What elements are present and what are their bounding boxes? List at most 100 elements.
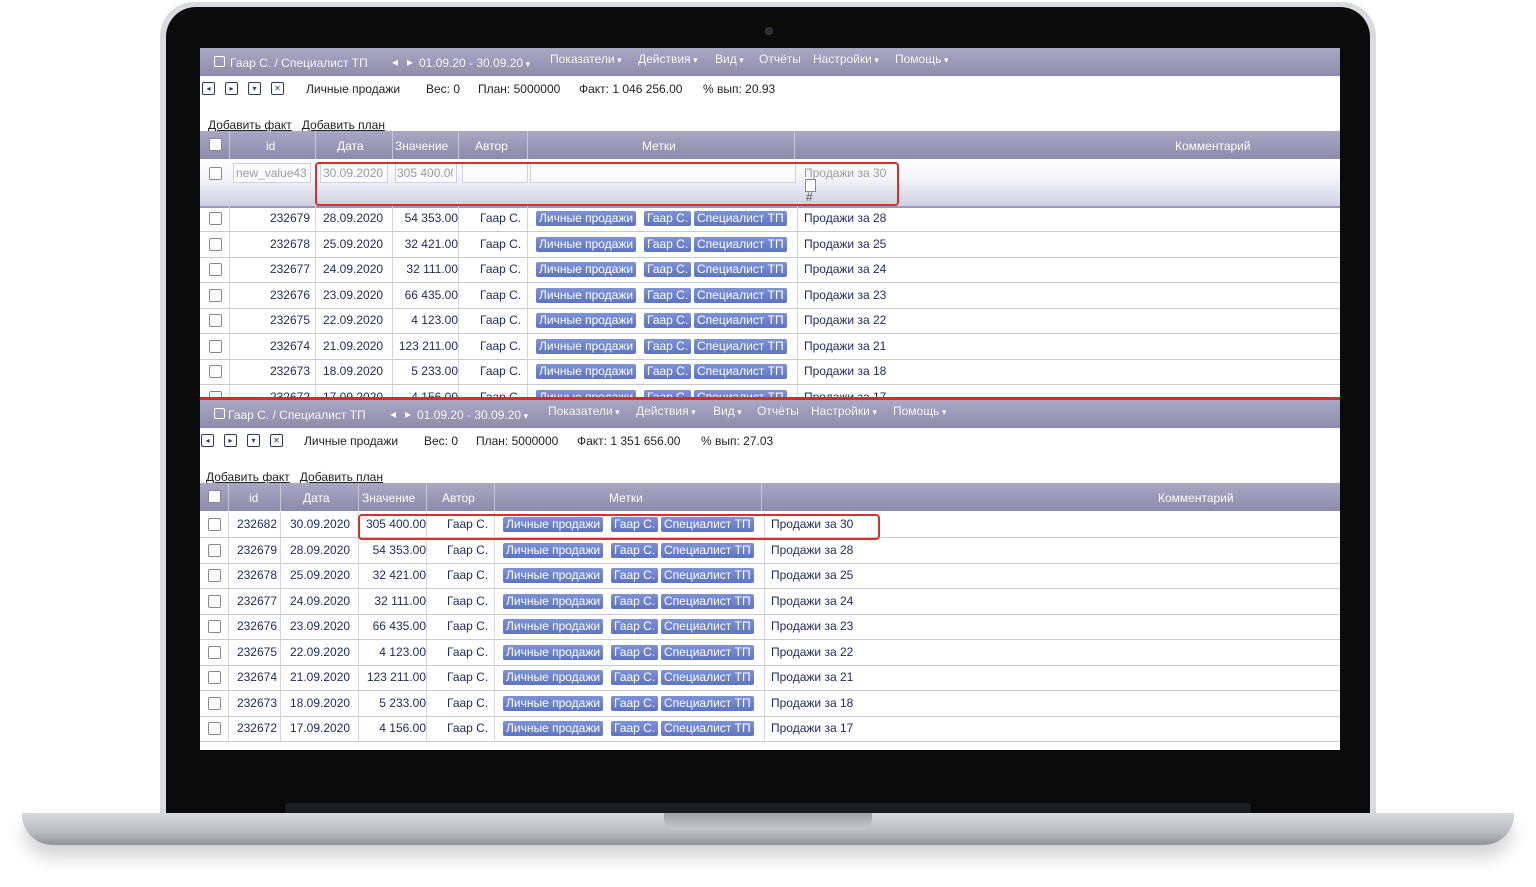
col-date[interactable]: Дата bbox=[337, 139, 364, 153]
table-row[interactable]: 232677 24.09.2020 32 111.00 Гаар С. Личные п… bbox=[200, 588, 1340, 615]
row-checkbox[interactable] bbox=[208, 696, 221, 710]
select-all-checkbox[interactable] bbox=[208, 490, 221, 503]
tag-role[interactable]: Специалист ТП bbox=[661, 670, 754, 685]
menu-indicators[interactable]: Показатели bbox=[550, 52, 622, 66]
close-icon[interactable]: ✕ bbox=[271, 82, 284, 95]
row-checkbox[interactable] bbox=[209, 237, 222, 251]
tag-author[interactable]: Гаар С. bbox=[644, 313, 692, 328]
next-icon[interactable]: ▸ bbox=[224, 434, 237, 447]
row-checkbox[interactable] bbox=[208, 543, 221, 557]
row-checkbox[interactable] bbox=[209, 212, 222, 225]
menu-actions[interactable]: Действия bbox=[636, 404, 696, 418]
row-checkbox[interactable] bbox=[209, 365, 222, 378]
menu-indicators[interactable]: Показатели bbox=[548, 404, 620, 418]
add-fact-link[interactable]: Добавить факт bbox=[206, 470, 290, 484]
row-checkbox[interactable] bbox=[208, 671, 221, 684]
col-value[interactable]: Значение bbox=[395, 139, 448, 153]
table-row[interactable]: 232678 25.09.2020 32 421.00 Гаар С. Личные п… bbox=[200, 563, 1340, 589]
tag-role[interactable]: Специалист ТП bbox=[661, 695, 754, 711]
breadcrumb[interactable]: Гаар С. / Специалист ТП bbox=[228, 408, 366, 422]
menu-help[interactable]: Помощь bbox=[893, 404, 946, 418]
menu-settings[interactable]: Настройки bbox=[811, 404, 877, 418]
col-comment[interactable]: Комментарий bbox=[1175, 139, 1251, 153]
add-fact-link[interactable]: Добавить факт bbox=[208, 118, 292, 132]
tag-role[interactable]: Специалист ТП bbox=[694, 211, 787, 226]
row-checkbox[interactable] bbox=[208, 722, 221, 735]
table-row[interactable]: 232677 24.09.2020 32 111.00 Гаар С. Личные п… bbox=[200, 257, 1340, 283]
tag-author[interactable]: Гаар С. bbox=[611, 568, 659, 583]
table-row[interactable]: 232679 28.09.2020 54 353.00 Гаар С. Личные п… bbox=[200, 537, 1340, 564]
close-icon[interactable]: ✕ bbox=[270, 434, 283, 447]
table-row[interactable]: 232679 28.09.2020 54 353.00 Гаар С. Личные п… bbox=[200, 206, 1340, 232]
tag-personal-sales[interactable]: Личные продажи bbox=[503, 670, 604, 685]
col-value[interactable]: Значение bbox=[362, 491, 415, 505]
tag-personal-sales[interactable]: Личные продажи bbox=[536, 338, 637, 354]
tag-personal-sales[interactable]: Личные продажи bbox=[503, 721, 604, 736]
tag-personal-sales[interactable]: Личные продажи bbox=[536, 236, 637, 252]
table-row[interactable]: 232675 22.09.2020 4 123.00 Гаар С. Личные пр… bbox=[200, 308, 1340, 334]
tag-role[interactable]: Специалист ТП bbox=[694, 236, 787, 252]
col-tags[interactable]: Метки bbox=[609, 491, 643, 505]
menu-reports[interactable]: Отчёты bbox=[759, 52, 801, 66]
tag-role[interactable]: Специалист ТП bbox=[694, 262, 787, 277]
period-next-icon[interactable]: ▸ bbox=[405, 407, 411, 421]
table-row[interactable]: 232673 18.09.2020 5 233.00 Гаар С. Личные пр… bbox=[200, 690, 1340, 717]
col-tags[interactable]: Метки bbox=[642, 139, 676, 153]
table-row[interactable]: 232675 22.09.2020 4 123.00 Гаар С. Личные пр… bbox=[200, 639, 1340, 666]
tag-author[interactable]: Гаар С. bbox=[644, 364, 692, 379]
tag-author[interactable]: Гаар С. bbox=[644, 211, 692, 226]
tag-role[interactable]: Специалист ТП bbox=[661, 721, 754, 736]
prev-icon[interactable]: ◂ bbox=[202, 82, 215, 95]
breadcrumb[interactable]: Гаар С. / Специалист ТП bbox=[230, 56, 368, 70]
tag-role[interactable]: Специалист ТП bbox=[661, 619, 754, 634]
table-row[interactable]: 232672 17.09.2020 4 156.00 Гаар С. Личные пр… bbox=[200, 716, 1340, 742]
period-selector[interactable]: 01.09.20 - 30.09.20 bbox=[417, 408, 528, 422]
col-comment[interactable]: Комментарий bbox=[1158, 491, 1234, 505]
tag-personal-sales[interactable]: Личные продажи bbox=[503, 619, 604, 634]
row-checkbox[interactable] bbox=[209, 288, 222, 302]
tag-role[interactable]: Специалист ТП bbox=[661, 568, 754, 583]
tag-author[interactable]: Гаар С. bbox=[611, 619, 659, 634]
period-next-icon[interactable]: ▸ bbox=[407, 55, 413, 69]
tag-role[interactable]: Специалист ТП bbox=[661, 644, 754, 660]
tag-personal-sales[interactable]: Личные продажи bbox=[503, 568, 604, 583]
menu-actions[interactable]: Действия bbox=[638, 52, 698, 66]
row-checkbox[interactable] bbox=[208, 594, 221, 608]
next-icon[interactable]: ▸ bbox=[225, 82, 238, 95]
table-row[interactable]: 232672 17.09.2020 4 156.00 Гаар С. Личные пр… bbox=[200, 384, 1340, 398]
add-plan-link[interactable]: Добавить план bbox=[302, 118, 385, 132]
row-checkbox[interactable] bbox=[208, 569, 221, 582]
menu-view[interactable]: Вид bbox=[715, 52, 744, 66]
tag-author[interactable]: Гаар С. bbox=[611, 695, 659, 711]
table-row[interactable]: 232674 21.09.2020 123 211.00 Гаар С. Личные … bbox=[200, 665, 1340, 691]
tag-author[interactable]: Гаар С. bbox=[611, 644, 659, 660]
tag-role[interactable]: Специалист ТП bbox=[661, 542, 754, 558]
row-checkbox[interactable] bbox=[208, 518, 221, 531]
tag-author[interactable]: Гаар С. bbox=[644, 236, 692, 252]
tag-author[interactable]: Гаар С. bbox=[611, 593, 659, 609]
row-checkbox[interactable] bbox=[209, 263, 222, 276]
tag-author[interactable]: Гаар С. bbox=[644, 262, 692, 277]
col-author[interactable]: Автор bbox=[475, 139, 508, 153]
menu-settings[interactable]: Настройки bbox=[813, 52, 879, 66]
prev-icon[interactable]: ◂ bbox=[201, 434, 214, 447]
tag-role[interactable]: Специалист ТП bbox=[661, 593, 754, 609]
tag-personal-sales[interactable]: Личные продажи bbox=[536, 364, 637, 379]
select-all-checkbox[interactable] bbox=[209, 138, 222, 151]
add-plan-link[interactable]: Добавить план bbox=[300, 470, 383, 484]
period-prev-icon[interactable]: ◂ bbox=[392, 55, 398, 69]
col-author[interactable]: Автор bbox=[442, 491, 475, 505]
row-checkbox[interactable] bbox=[209, 314, 222, 327]
table-row[interactable]: 232676 23.09.2020 66 435.00 Гаар С. Личные п… bbox=[200, 282, 1340, 309]
expand-icon[interactable]: ▾ bbox=[247, 434, 260, 447]
tag-personal-sales[interactable]: Личные продажи bbox=[536, 313, 637, 328]
tag-author[interactable]: Гаар С. bbox=[644, 287, 692, 303]
tag-author[interactable]: Гаар С. bbox=[644, 338, 692, 354]
home-icon[interactable] bbox=[214, 56, 225, 67]
tag-author[interactable]: Гаар С. bbox=[611, 721, 659, 736]
table-row[interactable]: 232674 21.09.2020 123 211.00 Гаар С. Личные … bbox=[200, 333, 1340, 360]
tag-role[interactable]: Специалист ТП bbox=[694, 364, 787, 379]
row-checkbox[interactable] bbox=[209, 167, 222, 180]
col-date[interactable]: Дата bbox=[303, 491, 330, 505]
table-row[interactable]: 232678 25.09.2020 32 421.00 Гаар С. Личные п… bbox=[200, 231, 1340, 258]
